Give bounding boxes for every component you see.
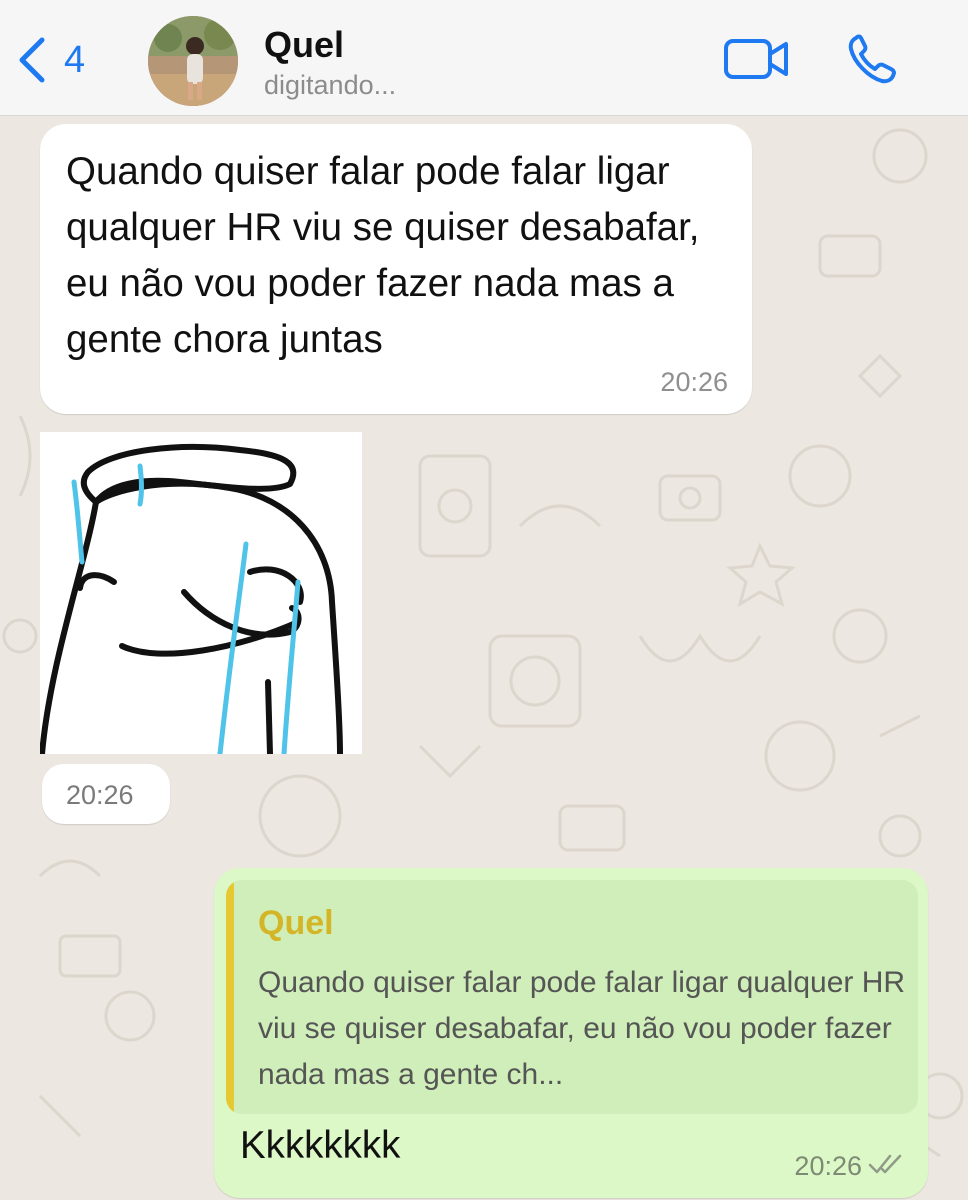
phone-icon: [848, 34, 896, 84]
avatar-photo: [148, 16, 238, 106]
message-bubble-outgoing[interactable]: Quel Quando quiser falar pode falar liga…: [214, 868, 928, 1198]
voice-call-button[interactable]: [846, 32, 902, 86]
video-call-button[interactable]: [722, 36, 790, 82]
chevron-left-icon: [19, 37, 45, 83]
message-text: Kkkkkkkk: [240, 1124, 401, 1167]
quote-author: Quel: [258, 904, 334, 942]
avatar[interactable]: [148, 16, 238, 106]
message-time: 20:26: [794, 1151, 862, 1181]
typing-status: digitando...: [264, 70, 397, 100]
quote-accent-bar: [226, 880, 234, 1114]
message-time: 20:26: [66, 780, 134, 810]
message-text: Quando quiser falar pode falar ligar qua…: [66, 150, 700, 361]
chat-header: 4 Quel digitando...: [0, 0, 968, 116]
back-button[interactable]: 4: [14, 30, 114, 90]
chat-area[interactable]: Quando quiser falar pode falar ligar qua…: [0, 116, 968, 1200]
double-check-icon: [868, 1154, 902, 1174]
message-bubble-incoming[interactable]: Quando quiser falar pode falar ligar qua…: [40, 124, 752, 414]
message-time: 20:26: [660, 367, 728, 397]
contact-name[interactable]: Quel: [264, 24, 344, 66]
quote-text: Quando quiser falar pode falar ligar qua…: [258, 966, 906, 1091]
sticker-message[interactable]: [40, 432, 362, 754]
crying-sticker-image: [40, 432, 362, 754]
sticker-time-badge: 20:26: [42, 764, 170, 824]
quoted-message[interactable]: Quel Quando quiser falar pode falar liga…: [226, 880, 918, 1114]
video-camera-icon: [724, 39, 788, 79]
unread-count: 4: [64, 39, 86, 81]
